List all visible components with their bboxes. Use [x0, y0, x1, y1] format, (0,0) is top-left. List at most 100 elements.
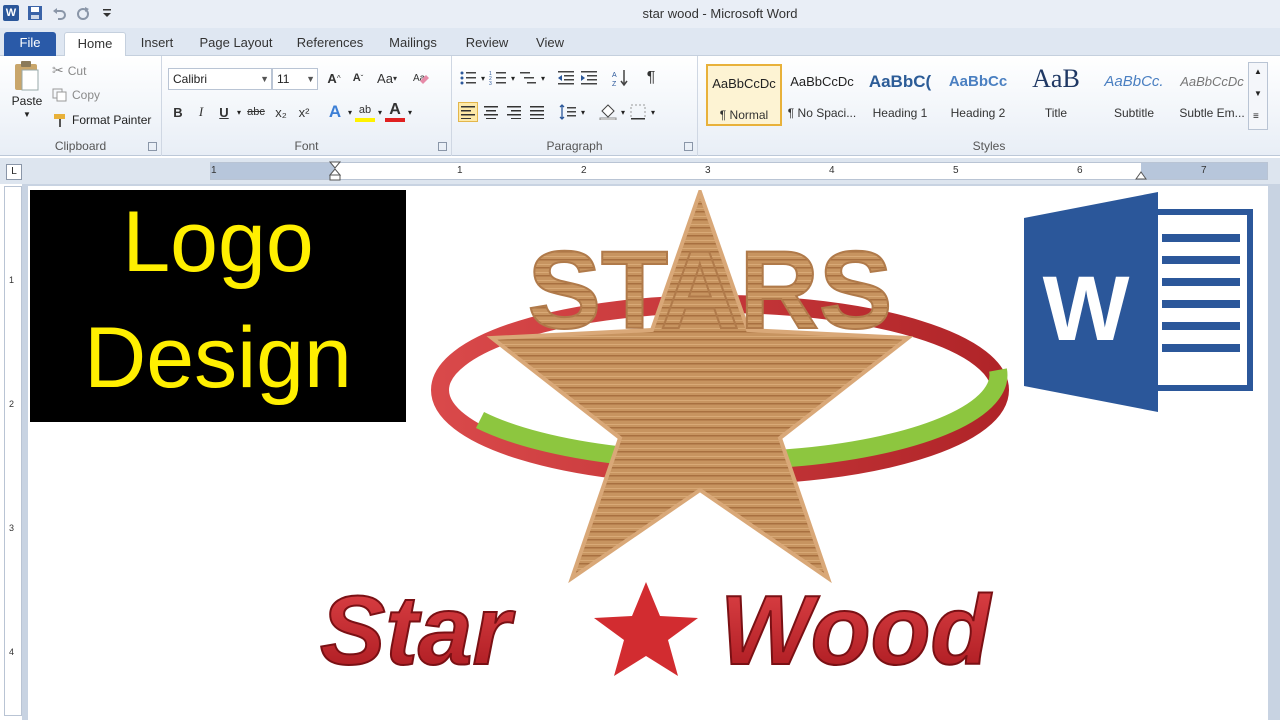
tab-references[interactable]: References [290, 32, 370, 56]
tab-mailings[interactable]: Mailings [380, 32, 446, 56]
right-indent-marker[interactable] [1135, 169, 1147, 183]
cut-button[interactable]: ✂ Cut [52, 62, 86, 79]
clear-formatting-button[interactable]: Aa [410, 68, 430, 88]
underline-dropdown-icon[interactable]: ▾ [237, 108, 241, 117]
bold-button[interactable]: B [168, 102, 188, 122]
font-color-dropdown-icon[interactable]: ▾ [408, 108, 412, 117]
vertical-ruler[interactable]: 1 2 3 4 [4, 186, 22, 716]
font-format-row: B I U ▾ abc x₂ x² A ▾ ab ▾ A ▾ [168, 101, 412, 122]
font-name-combo[interactable]: Calibri ▼ [168, 68, 272, 90]
logo-design-box[interactable]: Logo Design [30, 190, 406, 422]
paragraph-row-1: ▾ 123 ▾ ▾ AZ ¶ [458, 68, 661, 88]
tab-insert[interactable]: Insert [132, 32, 182, 56]
style-subtitle[interactable]: AaBbCc. Subtitle [1096, 64, 1172, 126]
svg-text:Z: Z [612, 81, 617, 87]
multilevel-dropdown-icon[interactable]: ▾ [541, 74, 545, 83]
highlight-button[interactable]: ab [355, 102, 376, 122]
shrink-font-button[interactable]: Aˇ [348, 68, 368, 88]
scroll-down-icon[interactable]: ▼ [1254, 89, 1262, 98]
style-title[interactable]: AaB Title [1018, 64, 1094, 126]
align-right-button[interactable] [504, 102, 524, 122]
shading-dropdown-icon[interactable]: ▾ [621, 108, 625, 117]
multilevel-list-button[interactable] [518, 68, 538, 88]
borders-button[interactable] [628, 102, 648, 122]
indent-marker[interactable] [328, 161, 342, 184]
underline-button[interactable]: U [214, 102, 234, 122]
clipboard-launcher-icon[interactable] [148, 142, 157, 151]
styles-gallery-scroll[interactable]: ▲ ▼ ≡ [1248, 62, 1268, 130]
format-painter-button[interactable]: Format Painter [52, 112, 151, 128]
font-color-button[interactable]: A [385, 101, 406, 122]
styles-group-label: Styles [972, 139, 1006, 153]
style-name: Heading 1 [872, 106, 928, 120]
font-size-combo[interactable]: 11 ▼ [272, 68, 318, 90]
font-group: Calibri ▼ 11 ▼ A ^ Aˇ Aa ▾ Aa B I U ▾ abc x₂… [162, 56, 452, 156]
bullets-icon [460, 71, 476, 85]
tab-home[interactable]: Home [64, 32, 126, 56]
align-center-button[interactable] [481, 102, 501, 122]
copy-button[interactable]: Copy [52, 88, 100, 102]
increase-indent-button[interactable] [579, 68, 599, 88]
numbering-dropdown-icon[interactable]: ▾ [511, 74, 515, 83]
tab-selector[interactable]: L [6, 164, 22, 180]
paragraph-launcher-icon[interactable] [684, 142, 693, 151]
decrease-indent-button[interactable] [556, 68, 576, 88]
show-hide-button[interactable]: ¶ [641, 68, 661, 88]
ruler-number: 2 [581, 165, 587, 176]
title-bar: W star wood - Microsoft Word [0, 0, 1280, 28]
line-spacing-button[interactable] [558, 102, 578, 122]
scroll-up-icon[interactable]: ▲ [1254, 67, 1262, 76]
line-spacing-dropdown-icon[interactable]: ▾ [581, 108, 585, 117]
ruler-number: 3 [705, 165, 711, 176]
ruler-number: 4 [9, 647, 15, 657]
window-title: star wood - Microsoft Word [642, 6, 798, 21]
svg-text:A: A [612, 72, 617, 79]
tab-review[interactable]: Review [460, 32, 514, 56]
font-size-value: 11 [277, 72, 290, 86]
superscript-button[interactable]: x² [294, 102, 314, 122]
star-wood-title[interactable]: Star Wood [310, 572, 1130, 682]
strikethrough-button[interactable]: abc [244, 102, 268, 122]
highlight-dropdown-icon[interactable]: ▾ [378, 108, 382, 117]
ruler-number: 2 [9, 399, 15, 409]
borders-icon [630, 104, 646, 120]
change-case-button[interactable]: Aa ▾ [372, 68, 402, 88]
style-sample: AaBbCcDc [790, 74, 854, 89]
stars-logo-graphic[interactable]: STARS [430, 190, 1010, 590]
style-heading-2[interactable]: AaBbCc Heading 2 [940, 64, 1016, 126]
align-left-button[interactable] [458, 102, 478, 122]
multilevel-list-icon [520, 72, 537, 84]
paste-label: Paste [11, 94, 43, 108]
style-sample: AaB [1032, 64, 1080, 93]
borders-dropdown-icon[interactable]: ▾ [651, 108, 655, 117]
shading-button[interactable] [598, 102, 618, 122]
logo-title-line1: Logo [122, 194, 314, 290]
paste-button[interactable]: Paste ▼ [8, 60, 46, 119]
numbering-button[interactable]: 123 [488, 68, 508, 88]
bullets-button[interactable] [458, 68, 478, 88]
font-launcher-icon[interactable] [438, 142, 447, 151]
microsoft-word-logo[interactable]: W [1022, 190, 1254, 414]
italic-button[interactable]: I [191, 102, 211, 122]
word-window: W star wood - Microsoft Word File Home I… [0, 0, 1280, 720]
tab-view[interactable]: View [528, 32, 572, 56]
justify-button[interactable] [527, 102, 547, 122]
justify-icon [530, 106, 544, 119]
text-effects-dropdown-icon[interactable]: ▾ [348, 108, 352, 117]
horizontal-ruler[interactable]: 1 1 2 3 4 5 6 7 [210, 161, 1268, 183]
tab-file[interactable]: File [4, 32, 56, 56]
style-heading-1[interactable]: AaBbC( Heading 1 [862, 64, 938, 126]
text-effects-button[interactable]: A [325, 102, 345, 122]
copy-icon [52, 88, 67, 102]
style-subtle-emphasis[interactable]: AaBbCcDc Subtle Em... [1174, 64, 1250, 126]
ruler-number: 5 [953, 165, 959, 176]
grow-font-button[interactable]: A ^ [324, 68, 344, 88]
font-group-label: Font [294, 139, 319, 153]
style-normal[interactable]: AaBbCcDc ¶ Normal [706, 64, 782, 126]
sort-button[interactable]: AZ [610, 68, 630, 88]
subscript-button[interactable]: x₂ [271, 102, 291, 122]
style-no-spacing[interactable]: AaBbCcDc ¶ No Spaci... [784, 64, 860, 126]
more-styles-icon[interactable]: ≡ [1253, 111, 1259, 122]
tab-page-layout[interactable]: Page Layout [194, 32, 278, 56]
bullets-dropdown-icon[interactable]: ▾ [481, 74, 485, 83]
